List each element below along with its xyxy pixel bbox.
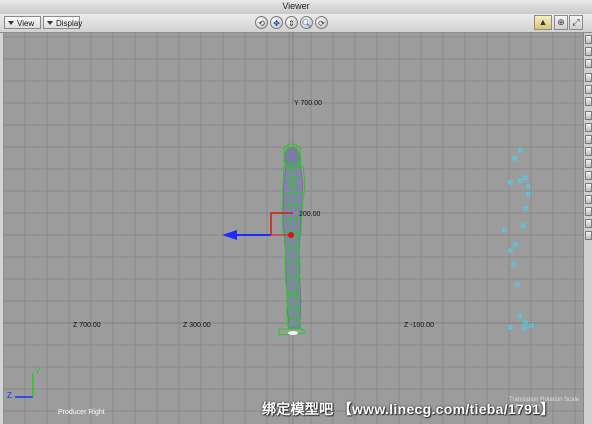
marker[interactable] xyxy=(502,227,507,232)
axis-gizmo xyxy=(15,373,34,398)
marker[interactable] xyxy=(523,175,528,180)
maximize-icon[interactable]: ⤢ xyxy=(569,15,583,30)
marker[interactable] xyxy=(508,248,513,253)
window-title: Viewer xyxy=(282,1,310,11)
tool-4-icon[interactable] xyxy=(585,73,592,82)
camera-icon[interactable]: ▲ xyxy=(534,15,552,30)
zoom-icon[interactable]: 🔍︎ xyxy=(300,16,313,29)
chevron-down-icon xyxy=(8,21,14,25)
marker[interactable] xyxy=(526,192,531,197)
tool-12-icon[interactable] xyxy=(585,171,592,180)
marker-cloud[interactable] xyxy=(502,147,534,331)
marker[interactable] xyxy=(518,178,523,183)
marker[interactable] xyxy=(521,223,526,228)
grid-label-bottom-1: Z 700.00 xyxy=(73,322,101,329)
tool-17-icon[interactable] xyxy=(585,231,592,240)
3d-viewport[interactable]: Y 700.00 200.00 Z 700.00 Z 300.00 Z -100… xyxy=(3,33,583,424)
tool-5-icon[interactable] xyxy=(585,85,592,94)
grid-label-bottom-3: Z -100.00 xyxy=(404,322,434,329)
grid-label-mid: 200.00 xyxy=(299,211,321,218)
marker[interactable] xyxy=(508,325,513,330)
tool-9-icon[interactable] xyxy=(585,135,592,144)
marker[interactable] xyxy=(518,147,523,152)
z-axis-label: Z xyxy=(7,391,12,400)
view-menu-button[interactable]: View xyxy=(4,16,41,29)
navigation-controls: ⟲ ✥ ⇕ 🔍︎ ⟳ xyxy=(255,16,328,30)
tool-7-icon[interactable] xyxy=(585,111,592,120)
marker[interactable] xyxy=(508,180,513,185)
tool-15-icon[interactable] xyxy=(585,207,592,216)
viewer-toolbar: View Display ⟲ ✥ ⇕ 🔍︎ ⟳ ▲ ⊕ ⤢ xyxy=(0,14,592,33)
tool-13-icon[interactable] xyxy=(585,183,592,192)
grid-label-top: Y 700.00 xyxy=(294,100,322,107)
tool-2-icon[interactable] xyxy=(585,47,592,56)
watermark: 绑定模型吧 【www.linecg.com/tieba/1791】 xyxy=(262,401,555,417)
marker[interactable] xyxy=(522,326,527,331)
marker[interactable] xyxy=(515,282,520,287)
pan-icon[interactable]: ✥ xyxy=(270,16,283,29)
grid-label-bottom-2: Z 300.00 xyxy=(183,322,211,329)
zoom-fit-icon[interactable]: ⊕ xyxy=(554,15,568,30)
display-menu-button[interactable]: Display xyxy=(43,16,83,29)
chevron-down-icon xyxy=(47,21,53,25)
tool-6-icon[interactable] xyxy=(585,97,592,106)
character-figure[interactable] xyxy=(278,143,306,336)
camera-label: Producer Right xyxy=(58,409,105,416)
tool-1-icon[interactable] xyxy=(585,35,592,44)
viewport-canvas xyxy=(3,33,583,424)
roll-icon[interactable]: ⟲ xyxy=(255,16,268,29)
y-axis-label: Y xyxy=(35,367,41,376)
tool-3-icon[interactable] xyxy=(585,59,592,68)
marker[interactable] xyxy=(512,156,517,161)
dolly-icon[interactable]: ⇕ xyxy=(285,16,298,29)
display-menu-label: Display xyxy=(56,19,83,28)
tool-14-icon[interactable] xyxy=(585,195,592,204)
marker[interactable] xyxy=(526,184,531,189)
tilt-icon[interactable]: ⟳ xyxy=(315,16,328,29)
tool-16-icon[interactable] xyxy=(585,219,592,228)
tool-8-icon[interactable] xyxy=(585,123,592,132)
marker[interactable] xyxy=(511,262,516,267)
tool-11-icon[interactable] xyxy=(585,159,592,168)
tool-10-icon[interactable] xyxy=(585,147,592,156)
marker[interactable] xyxy=(513,242,518,247)
title-bar: Viewer xyxy=(0,0,592,15)
marker[interactable] xyxy=(517,314,522,319)
view-menu-label: View xyxy=(17,19,35,28)
right-toolbar xyxy=(583,33,592,424)
marker[interactable] xyxy=(523,206,528,211)
